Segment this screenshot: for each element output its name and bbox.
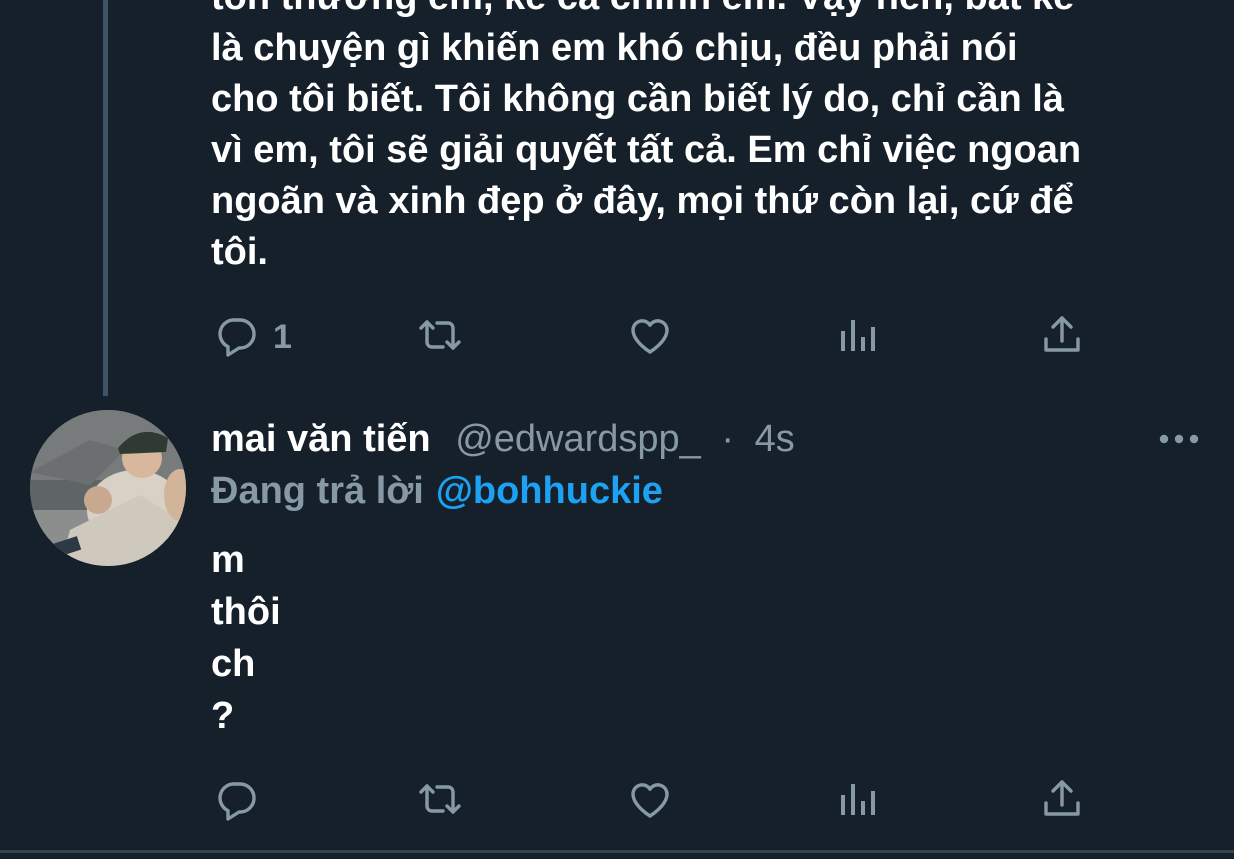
more-icon: [1157, 434, 1201, 458]
share-icon: [1038, 311, 1086, 364]
tweet-1-text: tổn thương em, kể cả chính em. Vậy nên, …: [211, 0, 1221, 278]
replying-to-label: Đang trả lời: [211, 470, 424, 512]
tweet-2-actions: [213, 777, 1093, 825]
tweet-2-header: mai văn tiến @edwardspp_ · 4s: [211, 414, 795, 464]
retweet-icon: [416, 311, 464, 364]
share-button[interactable]: [1038, 777, 1086, 825]
tweet-1-line: cho tôi biết. Tôi không cần biết lý do, …: [211, 78, 1064, 120]
more-options-button[interactable]: [1157, 424, 1201, 454]
divider: [0, 850, 1234, 853]
tweet-thread: tổn thương em, kể cả chính em. Vậy nên, …: [0, 0, 1234, 859]
analytics-icon: [834, 311, 882, 364]
tweet-2-line: ch: [211, 643, 256, 685]
reply-count: 1: [273, 317, 292, 356]
separator-dot: ·: [721, 418, 735, 460]
tweet-2-line: m: [211, 539, 245, 581]
user-handle[interactable]: @edwardspp_: [455, 418, 701, 460]
share-button[interactable]: [1038, 313, 1086, 361]
tweet-2-text: m thôi ch ?: [211, 534, 281, 742]
tweet-1-line: là chuyện gì khiến em khó chịu, đều phải…: [211, 27, 1018, 69]
retweet-icon: [416, 775, 464, 828]
retweet-button[interactable]: [416, 313, 464, 361]
mention-link[interactable]: @bohhuckie: [436, 470, 663, 512]
display-name[interactable]: mai văn tiến: [211, 418, 431, 460]
tweet-1-line: vì em, tôi sẽ giải quyết tất cả. Em chỉ …: [211, 129, 1082, 171]
share-icon: [1038, 775, 1086, 828]
like-button[interactable]: [626, 777, 674, 825]
like-button[interactable]: [626, 313, 674, 361]
reply-button[interactable]: 1: [213, 313, 292, 361]
timestamp[interactable]: 4s: [755, 418, 795, 460]
avatar[interactable]: [30, 410, 186, 566]
reply-icon: [213, 775, 261, 828]
thread-connector-line: [103, 0, 108, 396]
reply-button[interactable]: [213, 777, 261, 825]
replying-to: Đang trả lời @bohhuckie: [211, 466, 663, 516]
tweet-1-line: tổn thương em, kể cả chính em. Vậy nên, …: [211, 0, 1221, 23]
analytics-icon: [834, 775, 882, 828]
tweet-2-line: thôi: [211, 591, 281, 633]
user-avatar-photo: [30, 410, 186, 566]
analytics-button[interactable]: [834, 313, 882, 361]
reply-icon: [213, 311, 261, 364]
tweet-1-actions: 1: [213, 313, 1093, 361]
tweet-1-line: ngoãn và xinh đẹp ở đây, mọi thứ còn lại…: [211, 180, 1074, 222]
heart-icon: [626, 775, 674, 828]
heart-icon: [626, 311, 674, 364]
retweet-button[interactable]: [416, 777, 464, 825]
analytics-button[interactable]: [834, 777, 882, 825]
tweet-2-line: ?: [211, 695, 235, 737]
tweet-1-line: tôi.: [211, 231, 268, 273]
